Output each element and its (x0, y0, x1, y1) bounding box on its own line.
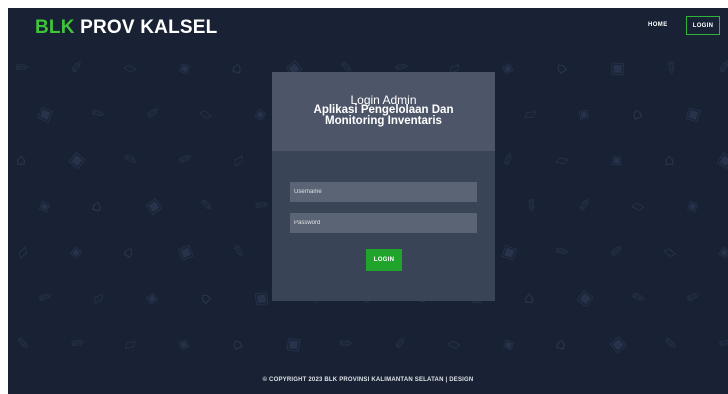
brush-icon: ✐ (715, 56, 728, 79)
brand-rest: PROV KALSEL (74, 17, 218, 38)
shoe-icon: ⌂ (523, 287, 535, 308)
trash-icon: ▣ (683, 102, 704, 125)
paint-roller-icon: ◈ (499, 56, 518, 79)
paint-roller-icon: ◈ (174, 332, 194, 355)
ruler-icon: ▱ (523, 103, 537, 124)
pencil-icon: ✎ (551, 239, 574, 264)
ruler-icon: ▱ (659, 240, 682, 263)
shoe-icon: ⌂ (227, 332, 246, 355)
brush-icon: ✐ (609, 241, 625, 262)
pencil-icon: ✎ (659, 56, 683, 80)
login-subtitle: Aplikasi Pengelolaan Dan Monitoring Inve… (272, 104, 495, 127)
paint-roller-icon: ◈ (682, 194, 702, 217)
brand-accent: BLK (35, 17, 75, 38)
ruler-icon: ▱ (10, 240, 33, 263)
shoe-icon: ⌂ (194, 287, 215, 309)
username-input[interactable] (290, 182, 477, 202)
shoe-icon: ⌂ (628, 102, 645, 125)
paint-roller-icon: ◈ (34, 194, 54, 217)
trash-icon: ▣ (66, 147, 90, 172)
trash-icon: ▣ (141, 193, 166, 218)
brand-logo[interactable]: BLK PROV KALSEL (35, 17, 217, 39)
trash-icon: ▣ (605, 331, 630, 356)
shoe-icon: ⌂ (15, 149, 27, 170)
ruler-icon: ▱ (628, 194, 649, 217)
trash-icon: ▣ (499, 240, 521, 264)
shoe-icon: ⌂ (551, 56, 571, 79)
pencil-icon: ✎ (334, 332, 358, 356)
ruler-icon: ▱ (121, 332, 139, 355)
brush-icon: ✐ (683, 286, 703, 309)
paint-roller-icon: ◈ (604, 148, 627, 171)
trash-icon: ▣ (252, 287, 271, 308)
nav-login-button[interactable]: LOGIN (686, 16, 720, 35)
brush-icon: ✐ (65, 332, 89, 356)
ruler-icon: ▱ (444, 332, 465, 355)
paint-roller-icon: ◈ (252, 103, 268, 124)
paint-roller-icon: ◈ (174, 56, 194, 79)
shoe-icon: ⌂ (554, 333, 569, 354)
pencil-icon: ✎ (663, 333, 678, 354)
shoe-icon: ⌂ (230, 57, 245, 78)
nav-home-link[interactable]: HOME (648, 22, 668, 28)
brush-icon: ✐ (576, 194, 594, 217)
login-card: Login Admin Aplikasi Pengelolaan Dan Mon… (272, 72, 495, 301)
paint-roller-icon: ◈ (144, 287, 160, 308)
brush-icon: ✐ (392, 333, 409, 354)
trash-icon: ▣ (35, 101, 57, 126)
brush-icon: ✐ (34, 286, 56, 309)
ruler-icon: ▱ (554, 149, 571, 171)
ruler-icon: ▱ (120, 56, 141, 79)
footer-copyright: © COPYRIGHT 2023 BLK PROVINSI KALIMANTAN… (262, 377, 474, 383)
pencil-icon: ✎ (629, 286, 648, 309)
paint-roller-icon: ◈ (574, 102, 595, 125)
login-card-header: Login Admin Aplikasi Pengelolaan Dan Mon… (272, 72, 495, 151)
paint-roller-icon: ◈ (68, 241, 84, 262)
pencil-icon: ✎ (87, 101, 110, 126)
shoe-icon: ⌂ (89, 194, 105, 217)
page-background: ✎✐▱◈⌂▣✎✐▱◈⌂▣✎✐▣✎✐▱◈⌂▣✎✐▱◈⌂▣✎⌂▣✎✐▱◈⌂▣✎✐▱◈… (8, 8, 728, 394)
login-subtitle-line2: Monitoring Inventaris (325, 115, 442, 127)
brush-icon: ✐ (175, 148, 195, 171)
ruler-icon: ▱ (88, 286, 108, 309)
password-input[interactable] (290, 213, 477, 233)
top-navbar: BLK PROV KALSEL HOME LOGIN (8, 8, 728, 48)
shoe-icon: ⌂ (120, 240, 139, 263)
ruler-icon: ▱ (227, 148, 249, 171)
paint-roller-icon: ◈ (498, 332, 518, 355)
brush-icon: ✐ (498, 148, 519, 172)
pencil-icon: ✎ (10, 56, 34, 80)
brush-icon: ✐ (714, 331, 728, 356)
pencil-icon: ✎ (121, 148, 140, 171)
trash-icon: ▣ (714, 147, 728, 172)
pencil-icon: ✎ (229, 240, 248, 263)
brush-icon: ✐ (144, 103, 161, 124)
brush-icon: ✐ (68, 57, 85, 78)
pencil-icon: ✎ (15, 333, 30, 354)
paint-roller-icon: ◈ (716, 240, 728, 263)
trash-icon: ▣ (174, 239, 196, 264)
ruler-icon: ▱ (195, 102, 218, 125)
trash-icon: ▣ (574, 285, 598, 310)
brush-icon: ✐ (249, 193, 273, 218)
pencil-icon: ✎ (519, 194, 543, 218)
pencil-icon: ✎ (200, 196, 214, 215)
login-submit-button[interactable]: LOGIN (366, 249, 402, 271)
trash-icon: ▣ (284, 333, 303, 354)
trash-icon: ▣ (609, 57, 626, 78)
shoe-icon: ⌂ (663, 149, 675, 170)
